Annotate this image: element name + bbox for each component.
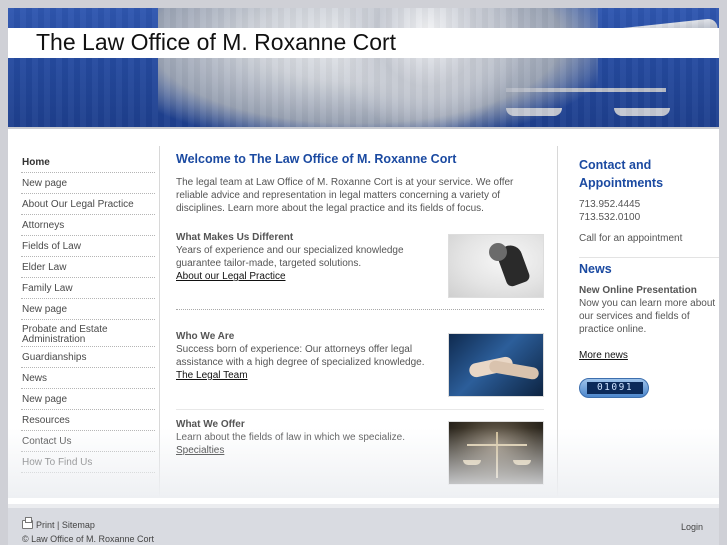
footer-top-line bbox=[8, 504, 719, 508]
scales-beam bbox=[467, 444, 527, 446]
nav-item-label: New page bbox=[22, 304, 68, 315]
nav-item-new-page-3[interactable]: New page bbox=[21, 389, 155, 410]
nav-item-how-to-find-us[interactable]: How To Find Us bbox=[21, 452, 155, 473]
header-texture bbox=[8, 8, 719, 129]
photo-hand-right bbox=[488, 359, 540, 381]
contact-heading: Contact and Appointments bbox=[579, 158, 664, 190]
nav-item-about-our-legal-practice[interactable]: About Our Legal Practice bbox=[21, 194, 155, 215]
scales-pan-left bbox=[463, 460, 481, 465]
counter-digits: 01091 bbox=[587, 382, 643, 394]
header-banner: The Law Office of M. Roxanne Cort bbox=[8, 8, 719, 129]
section-title: Who We Are bbox=[176, 331, 235, 342]
nav-item-label: Family Law bbox=[22, 283, 73, 294]
footer: Print | Sitemap © Law Office of M. Roxan… bbox=[8, 504, 719, 545]
printer-icon[interactable] bbox=[22, 517, 33, 529]
about-legal-practice-link[interactable]: About our Legal Practice bbox=[176, 270, 286, 283]
section-divider bbox=[176, 409, 544, 410]
header-divider bbox=[8, 127, 719, 129]
nav-item-label: How To Find Us bbox=[22, 457, 93, 468]
scales-post bbox=[496, 432, 498, 478]
meeting-photo bbox=[448, 234, 544, 298]
nav-item-label: News bbox=[22, 373, 48, 384]
nav-item-fields-of-law[interactable]: Fields of Law bbox=[21, 236, 155, 257]
right-sidebar: Contact and Appointments 713.952.4445 71… bbox=[579, 156, 719, 398]
site-title: The Law Office of M. Roxanne Cort bbox=[36, 29, 397, 55]
nav-item-label: Attorneys bbox=[22, 220, 65, 231]
nav-item-new-page[interactable]: New page bbox=[21, 173, 155, 194]
photo-figure-head bbox=[489, 243, 507, 261]
right-column-divider bbox=[557, 146, 558, 498]
phone-2: 713.532.0100 bbox=[579, 212, 641, 223]
nav-item-label: Fields of Law bbox=[22, 241, 81, 252]
nav-item-label: Probate and Estate Administration bbox=[22, 324, 108, 345]
news-title: New Online Presentation bbox=[579, 285, 697, 296]
legal-team-link[interactable]: The Legal Team bbox=[176, 369, 248, 382]
section-title: What Makes Us Different bbox=[176, 232, 294, 243]
nav-item-label: Resources bbox=[22, 415, 70, 426]
page-heading: Welcome to The Law Office of M. Roxanne … bbox=[176, 152, 457, 166]
nav-item-label: New page bbox=[22, 394, 68, 405]
nav-item-label: Elder Law bbox=[22, 262, 67, 273]
copyright: © Law Office of M. Roxanne Cort bbox=[22, 534, 155, 544]
nav-item-family-law[interactable]: Family Law bbox=[21, 278, 155, 299]
nav-item-attorneys[interactable]: Attorneys bbox=[21, 215, 155, 236]
nav-item-guardianships[interactable]: Guardianships bbox=[21, 347, 155, 368]
intro-text: The legal team at Law Office of M. Roxan… bbox=[176, 177, 514, 214]
sitemap-link[interactable]: Sitemap bbox=[62, 520, 95, 530]
print-link[interactable]: Print bbox=[36, 520, 55, 530]
call-text: Call for an appointment bbox=[579, 233, 683, 244]
login-link[interactable]: Login bbox=[681, 522, 703, 532]
nav-item-new-page-2[interactable]: New page bbox=[21, 299, 155, 320]
sidebar-divider bbox=[579, 257, 719, 258]
nav-item-contact-us[interactable]: Contact Us bbox=[21, 431, 155, 452]
visitor-counter: 01091 bbox=[579, 378, 649, 398]
footer-links: Print | Sitemap bbox=[22, 517, 95, 530]
nav-divider bbox=[159, 146, 160, 498]
nav-item-home[interactable]: Home bbox=[21, 152, 155, 173]
more-news-link[interactable]: More news bbox=[579, 350, 628, 361]
section-text: Learn about the fields of law in which w… bbox=[176, 432, 406, 443]
news-heading: News bbox=[579, 262, 612, 276]
nav-item-elder-law[interactable]: Elder Law bbox=[21, 257, 155, 278]
section-divider bbox=[176, 309, 544, 310]
handshake-photo bbox=[448, 333, 544, 397]
footer-separator: | bbox=[57, 520, 60, 530]
scales-photo bbox=[448, 421, 544, 485]
sidebar-nav: Home New page About Our Legal Practice A… bbox=[21, 152, 155, 473]
specialties-link[interactable]: Specialties bbox=[176, 444, 224, 457]
section-who-we-are: Who We Are Success born of experience: O… bbox=[176, 330, 544, 397]
nav-item-probate[interactable]: Probate and Estate Administration bbox=[21, 320, 155, 347]
main-content: Welcome to The Law Office of M. Roxanne … bbox=[176, 152, 544, 485]
news-text: Now you can learn more about our service… bbox=[579, 298, 716, 335]
scales-pan-right bbox=[513, 460, 531, 465]
section-text: Years of experience and our specialized … bbox=[176, 245, 404, 269]
page-container: The Law Office of M. Roxanne Cort Home N… bbox=[8, 8, 719, 545]
section-what-we-offer: What We Offer Learn about the fields of … bbox=[176, 418, 544, 485]
section-different: What Makes Us Different Years of experie… bbox=[176, 231, 544, 298]
nav-item-label: New page bbox=[22, 178, 68, 189]
section-text: Success born of experience: Our attorney… bbox=[176, 344, 425, 368]
nav-item-label: Contact Us bbox=[22, 436, 72, 447]
nav-item-label: About Our Legal Practice bbox=[22, 199, 134, 210]
nav-item-resources[interactable]: Resources bbox=[21, 410, 155, 431]
nav-item-label: Guardianships bbox=[22, 352, 87, 363]
phone-1: 713.952.4445 bbox=[579, 199, 641, 210]
nav-item-news[interactable]: News bbox=[21, 368, 155, 389]
nav-item-label: Home bbox=[22, 157, 50, 168]
section-title: What We Offer bbox=[176, 419, 245, 430]
